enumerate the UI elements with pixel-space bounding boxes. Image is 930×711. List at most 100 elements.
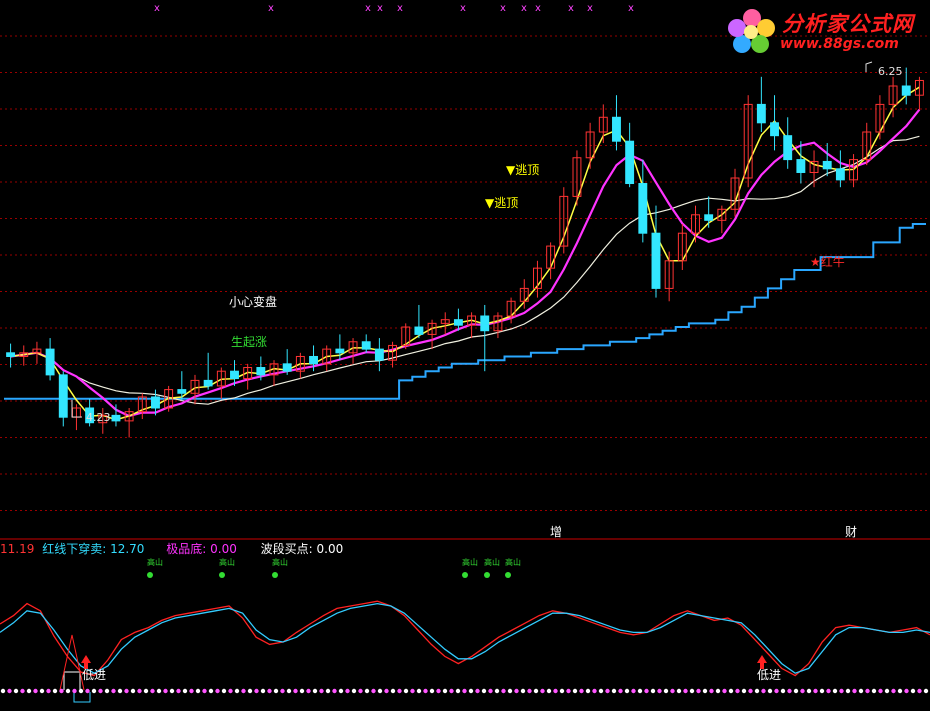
top-signal-mark: x — [365, 3, 371, 14]
baseline-dot — [351, 688, 357, 694]
baseline-dot — [579, 688, 584, 694]
baseline-dot — [299, 688, 305, 694]
baseline-dot — [897, 688, 903, 694]
candle-body — [625, 140, 635, 185]
baseline-dot — [26, 688, 32, 694]
candle-body — [901, 85, 911, 96]
watermark-title: 分析家公式网 — [782, 12, 914, 36]
candle-body — [638, 183, 648, 234]
candle-body — [480, 315, 490, 332]
baseline-dot — [169, 688, 175, 694]
baseline-dot — [702, 688, 708, 694]
candle — [374, 338, 384, 372]
candle — [585, 122, 595, 169]
baseline-dot — [208, 688, 214, 694]
baseline-dot — [728, 688, 734, 694]
top-signal-mark: x — [397, 3, 403, 14]
baseline-dot — [715, 688, 721, 694]
baseline-dot — [774, 688, 779, 694]
baseline-dot — [124, 688, 129, 694]
baseline-dot — [527, 688, 532, 694]
baseline-dot — [865, 688, 870, 694]
baseline-dot — [462, 688, 467, 694]
candle — [45, 338, 55, 381]
baseline-dot — [520, 688, 526, 694]
signal-box — [73, 692, 91, 703]
baseline-dot — [345, 688, 350, 694]
baseline-dot — [189, 688, 194, 694]
baseline-dot — [793, 688, 799, 694]
oscillator-panel: 高山 高山 高山 高山 高山 高山 — [0, 557, 930, 703]
baseline-dot — [533, 688, 539, 694]
baseline-dot — [117, 688, 123, 694]
baseline-dot — [416, 688, 422, 694]
baseline-dot — [0, 688, 6, 694]
candle — [401, 323, 411, 350]
candle-body — [612, 116, 621, 142]
extreme-bottom-value: 0.00 — [210, 542, 237, 556]
baseline-dot — [364, 688, 370, 694]
candle — [770, 95, 779, 151]
candle — [901, 67, 911, 105]
peak-dot — [272, 572, 278, 578]
baseline-dot — [884, 688, 890, 694]
candle — [85, 398, 95, 427]
candle-body — [361, 341, 371, 350]
peak-dot — [147, 572, 153, 578]
baseline-dot — [247, 688, 253, 694]
step-line-path — [4, 223, 926, 400]
baseline-dot — [312, 688, 318, 694]
baseline-dot — [150, 688, 155, 694]
ma-yellow-line — [10, 86, 920, 421]
red-cross-sell-label: 红线下穿卖: — [42, 542, 107, 556]
candle-body — [783, 135, 793, 161]
baseline-dot — [280, 688, 285, 694]
baseline-dot — [598, 688, 604, 694]
baseline-dot — [852, 688, 857, 694]
candle-body — [704, 214, 714, 221]
top-signal-mark: x — [154, 3, 160, 14]
candle — [32, 341, 42, 364]
baseline-dot — [98, 688, 103, 694]
baseline-dot — [137, 688, 142, 694]
baseline-dot — [663, 688, 669, 694]
top-signal-mark: x — [568, 3, 574, 14]
baseline-dot — [182, 688, 188, 694]
baseline-dot — [39, 688, 45, 694]
red-cross-sell-value: 12.70 — [110, 542, 145, 556]
site-watermark: 分析家公式网 www.88gs.com — [724, 6, 924, 58]
candle — [717, 205, 727, 234]
baseline-dot — [832, 688, 838, 694]
baseline-dot — [403, 688, 409, 694]
baseline-dot — [501, 688, 506, 694]
candle — [532, 260, 542, 298]
candle — [677, 224, 687, 270]
candle — [572, 150, 582, 206]
peak-dot — [484, 572, 490, 578]
peak-label: 高山 — [484, 557, 500, 567]
baseline-dot — [436, 688, 441, 694]
baseline-dot — [130, 688, 136, 694]
baseline-dot — [683, 688, 688, 694]
candle — [124, 408, 134, 438]
candle — [875, 95, 885, 140]
baseline-dot — [20, 688, 25, 694]
baseline-dot — [332, 688, 337, 694]
peak-dot — [505, 572, 511, 578]
baseline-dot — [13, 688, 19, 694]
signal-box — [63, 671, 81, 690]
lead-value: 11.19 — [0, 542, 35, 556]
baseline-dot — [748, 688, 753, 694]
candle — [835, 150, 845, 188]
baseline-dot — [371, 688, 376, 694]
baseline-dot — [260, 688, 266, 694]
baseline-dot — [202, 688, 207, 694]
baseline-dot — [390, 688, 396, 694]
baseline-dot — [494, 688, 500, 694]
baseline-dot — [33, 688, 38, 694]
wave-buy-value: 0.00 — [316, 542, 344, 556]
baseline-dot — [163, 688, 168, 694]
baseline-dot — [696, 688, 701, 694]
candle-body — [374, 348, 384, 361]
candle — [914, 76, 924, 110]
